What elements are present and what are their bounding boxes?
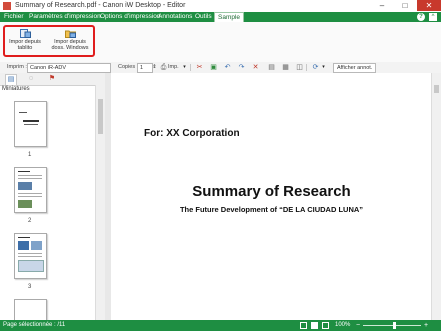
thumbnail-page-number: 3 xyxy=(28,284,32,290)
delete-icon[interactable]: ✕ xyxy=(252,64,259,71)
thumbnail-page-number: 2 xyxy=(28,218,32,224)
thumbnails-tab-icon[interactable]: ▤ xyxy=(5,74,17,85)
sample-button-group: Impor depuis tablito Impor depuis doss. … xyxy=(3,25,95,57)
continuous-view-icon[interactable] xyxy=(322,322,329,329)
fit-page-view-icon[interactable] xyxy=(311,322,318,329)
thumbnail-page-number: 1 xyxy=(28,152,32,158)
pane-tabs: ▤ ◌ ⚑ xyxy=(0,73,105,86)
undo-icon[interactable]: ↶ xyxy=(224,64,231,71)
zoom-in-button[interactable]: + xyxy=(424,321,428,330)
page-settings-icon[interactable]: ▦ xyxy=(282,64,289,71)
minimize-button[interactable]: – xyxy=(371,0,393,11)
scrollbar-thumb[interactable] xyxy=(98,99,103,134)
print-button[interactable]: Imp. xyxy=(168,63,179,72)
page-thumbnail[interactable] xyxy=(14,299,47,320)
document-scrollbar[interactable] xyxy=(431,73,441,320)
menu-options-impression[interactable]: Options d'impression xyxy=(97,12,164,22)
import-folder-icon xyxy=(64,29,76,38)
ribbon-minimize-icon[interactable]: ^ xyxy=(429,13,437,21)
toolbar-divider xyxy=(306,64,307,71)
page-thumbnail[interactable] xyxy=(14,233,47,279)
print-dropdown-icon[interactable]: ▾ xyxy=(181,64,188,71)
document-title: Summary of Research xyxy=(192,183,351,200)
zoom-slider-knob[interactable] xyxy=(393,322,396,329)
page-thumbnail[interactable] xyxy=(14,101,47,147)
redo-icon[interactable]: ↷ xyxy=(238,64,245,71)
refresh-dropdown-icon[interactable]: ▾ xyxy=(320,64,327,71)
import-from-tablito-label: Impor depuis tablito xyxy=(9,39,41,51)
bookmarks-tab-icon[interactable]: ⚑ xyxy=(47,74,57,84)
menu-bar: Fichier Paramètres d'impression Options … xyxy=(0,12,441,23)
help-icon[interactable]: ? xyxy=(417,13,425,21)
page-layout-icon[interactable]: ▤ xyxy=(268,64,275,71)
import-from-tablito-button[interactable]: Impor depuis tablito xyxy=(6,29,44,55)
document-recipient: For: XX Corporation xyxy=(144,128,240,139)
thumbnail-pane: ▤ ◌ ⚑ Miniatures 1 2 3 xyxy=(0,73,106,320)
scrollbar-thumb[interactable] xyxy=(434,85,439,93)
menu-fichier[interactable]: Fichier xyxy=(1,12,27,22)
document-view: For: XX Corporation Summary of Research … xyxy=(111,73,441,320)
thumbnails-header: Miniatures xyxy=(2,86,30,92)
app-icon xyxy=(3,2,11,10)
import-from-windows-folder-label: Impor depuis doss. Windows xyxy=(51,39,89,51)
refresh-icon[interactable]: ⟳ xyxy=(312,64,319,71)
document-subtitle: The Future Development of “DE LA CIUDAD … xyxy=(179,205,364,214)
close-button[interactable]: ✕ xyxy=(417,0,441,11)
thumbnail-list: 1 2 3 xyxy=(0,95,95,320)
copies-label: Copies : xyxy=(118,64,139,70)
maximize-button[interactable]: □ xyxy=(394,0,416,11)
thumbnail-scrollbar[interactable] xyxy=(95,85,105,320)
duplex-icon[interactable]: ◫ xyxy=(296,64,303,71)
comments-tab-icon[interactable]: ◌ xyxy=(26,74,36,84)
page-thumbnail[interactable] xyxy=(14,167,47,213)
import-from-windows-folder-button[interactable]: Impor depuis doss. Windows xyxy=(51,29,89,55)
menu-annotations[interactable]: Annotations xyxy=(155,12,195,22)
menu-outils[interactable]: Outils xyxy=(192,12,215,22)
copies-stepper-icon[interactable]: ⇕ xyxy=(151,64,158,71)
menu-parametres-impression[interactable]: Paramètres d'impression xyxy=(26,12,104,22)
printer-select[interactable]: Canon iR-ADV xyxy=(27,63,111,73)
page-status: Page sélectionnée : /11 xyxy=(3,322,66,328)
zoom-level: 100% xyxy=(335,322,351,328)
zoom-slider[interactable] xyxy=(363,325,421,326)
show-annotations-button[interactable]: Afficher annot. xyxy=(333,63,377,73)
toolbar-divider xyxy=(190,64,191,71)
zoom-out-button[interactable]: − xyxy=(356,321,360,330)
editor-window: Summary of Research.pdf - Canon iW Deskt… xyxy=(0,0,441,331)
single-page-view-icon[interactable] xyxy=(300,322,307,329)
window-title: Summary of Research.pdf - Canon iW Deskt… xyxy=(15,2,186,9)
import-tablet-icon xyxy=(19,29,31,38)
printer-label: Imprim : xyxy=(7,64,27,70)
printer-icon[interactable]: ⎙ xyxy=(160,64,167,71)
ribbon: Impor depuis tablito Impor depuis doss. … xyxy=(0,22,441,63)
document-page: For: XX Corporation Summary of Research … xyxy=(111,73,432,320)
status-bar: Page sélectionnée : /11 100% − + xyxy=(0,320,441,331)
insert-page-icon[interactable]: ▣ xyxy=(210,64,217,71)
scissors-icon[interactable]: ✂ xyxy=(196,64,203,71)
